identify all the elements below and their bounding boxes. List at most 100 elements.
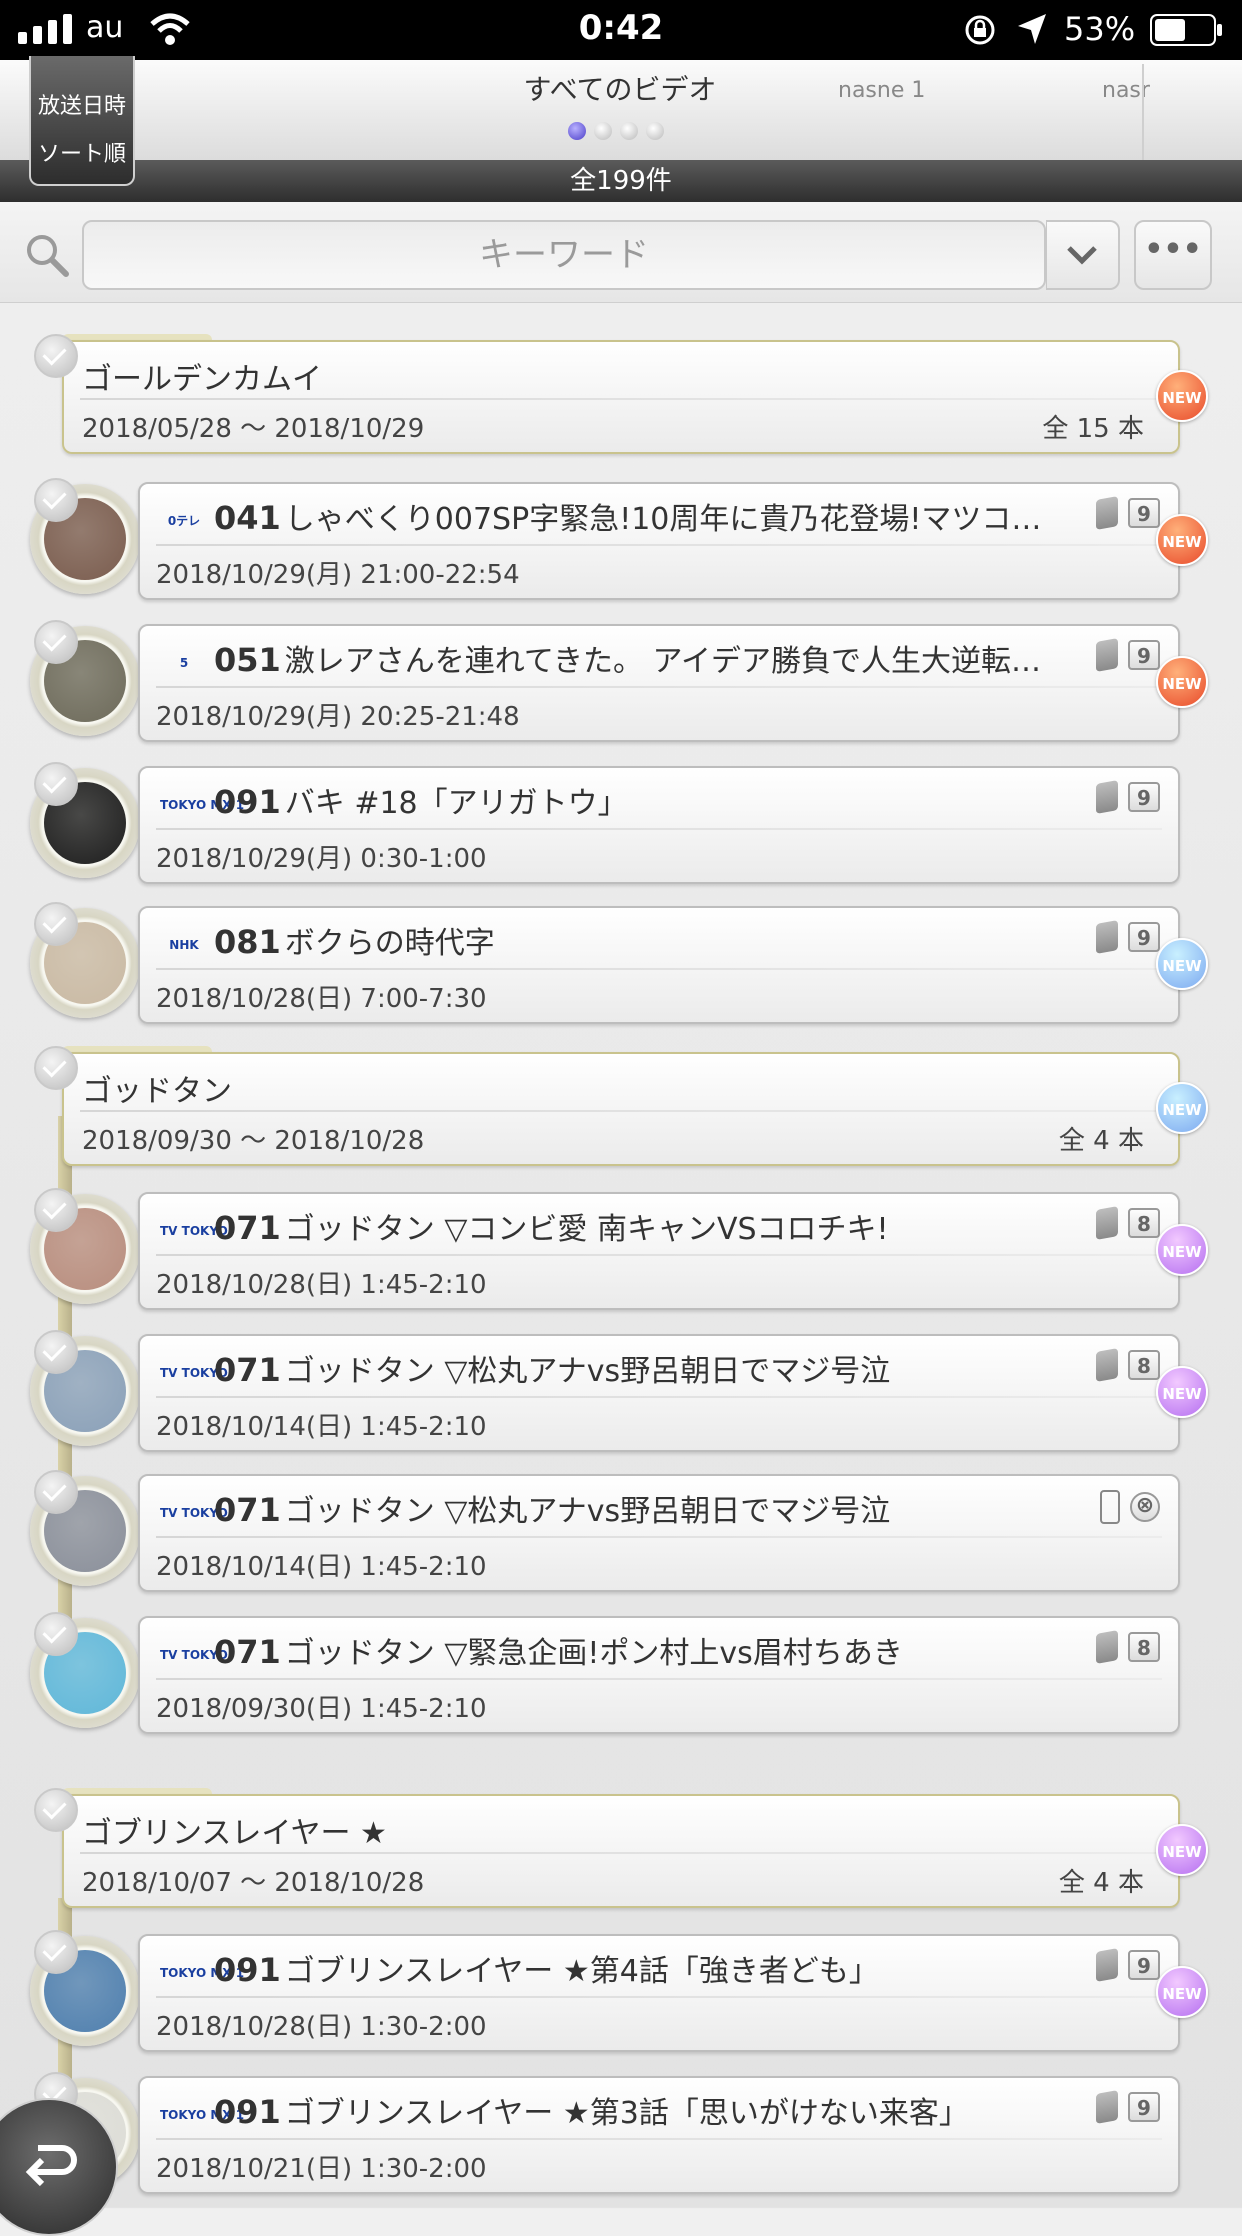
channel-number: 091 xyxy=(214,1951,281,1989)
device-icon xyxy=(1096,920,1118,954)
select-checkbox[interactable] xyxy=(34,1788,78,1832)
recording-item[interactable]: 0テレ 041 しゃべくり007SP字緊急!10周年に貴乃花登場!マツコ… 2018/… xyxy=(138,482,1180,600)
keyword-dropdown-button[interactable] xyxy=(1046,220,1120,290)
page-indicator xyxy=(568,122,664,140)
recording-item[interactable]: TV TOKYO071 ゴッドタン ▽緊急企画!ポン村上vs眉村ちあき 2018/0… xyxy=(138,1616,1180,1734)
select-checkbox[interactable] xyxy=(34,902,78,946)
new-badge: NEW xyxy=(1156,656,1208,708)
recording-item[interactable]: TV TOKYO071 ゴッドタン ▽コンビ愛 南キャンVSコロチキ! 2018/1… xyxy=(138,1192,1180,1310)
tab-nasne-1[interactable]: nasne 1 xyxy=(838,78,925,103)
recording-title-line: TV TOKYO071 ゴッドタン ▽松丸アナvs野呂朝日でマジ号泣 xyxy=(160,1486,890,1530)
status-icons: 9 xyxy=(1096,496,1160,530)
copy-count-icon: 9 xyxy=(1128,922,1160,952)
recording-title: ゴッドタン ▽緊急企画!ポン村上vs眉村ちあき xyxy=(284,1636,903,1671)
device-icon xyxy=(1096,1348,1118,1382)
chevron-down-icon xyxy=(1067,246,1097,265)
copy-count-icon: 8 xyxy=(1128,1350,1160,1380)
recording-item[interactable]: NHK 081 ボクらの時代字 2018/10/28(日) 7:00-7:30 9 xyxy=(138,906,1180,1024)
group-title: ゴッドタン xyxy=(82,1074,232,1109)
sort-button[interactable]: 放送日時 ソート順 xyxy=(29,56,135,186)
divider xyxy=(80,1110,1162,1112)
recording-title: ゴブリンスレイヤー ★第4話「強き者ども」 xyxy=(284,1954,879,1989)
recording-date: 2018/10/14(日) 1:45-2:10 xyxy=(156,1412,487,1442)
channel-logo: TOKYO MX 1 xyxy=(160,1965,245,1980)
select-checkbox[interactable] xyxy=(34,478,78,522)
channel-number: 071 xyxy=(214,1491,281,1529)
recording-title: しゃべくり007SP字緊急!10周年に貴乃花登場!マツコ… xyxy=(284,502,1042,537)
keyword-placeholder: キーワード xyxy=(479,235,649,275)
clock: 0:42 xyxy=(578,8,664,48)
divider xyxy=(156,686,1162,688)
divider xyxy=(156,544,1162,546)
divider xyxy=(156,1254,1162,1256)
tab-all-videos[interactable]: すべてのビデオ xyxy=(400,68,840,108)
group-header[interactable]: ゴッドタン 2018/09/30 〜 2018/10/28 全 4 本 xyxy=(62,1052,1180,1166)
recording-title-line: TV TOKYO071 ゴッドタン ▽コンビ愛 南キャンVSコロチキ! xyxy=(160,1204,889,1248)
channel-number: 071 xyxy=(214,1209,281,1247)
channel-number: 081 xyxy=(214,923,281,961)
recording-item[interactable]: TV TOKYO071 ゴッドタン ▽松丸アナvs野呂朝日でマジ号泣 2018/10… xyxy=(138,1474,1180,1592)
new-badge: NEW xyxy=(1156,1966,1208,2018)
status-bar: au 0:42 53% xyxy=(0,0,1242,60)
recording-item[interactable]: TV TOKYO071 ゴッドタン ▽松丸アナvs野呂朝日でマジ号泣 2018/10… xyxy=(138,1334,1180,1452)
recording-item[interactable]: TOKYO MX 1091 ゴブリンスレイヤー ★第4話「強き者ども」 2018/1… xyxy=(138,1934,1180,2052)
select-checkbox[interactable] xyxy=(34,1188,78,1232)
recording-date: 2018/09/30(日) 1:45-2:10 xyxy=(156,1694,487,1724)
new-badge: NEW xyxy=(1156,370,1208,422)
status-icons: 9 xyxy=(1096,638,1160,672)
location-icon xyxy=(1018,14,1046,44)
divider xyxy=(156,1678,1162,1680)
new-badge: NEW xyxy=(1156,1824,1208,1876)
select-checkbox[interactable] xyxy=(34,1612,78,1656)
group-header[interactable]: ゴールデンカムイ 2018/05/28 〜 2018/10/29 全 15 本 xyxy=(62,340,1180,454)
group-date-range: 2018/09/30 〜 2018/10/28 xyxy=(82,1126,425,1156)
group-header[interactable]: ゴブリンスレイヤー ★ 2018/10/07 〜 2018/10/28 全 4 本 xyxy=(62,1794,1180,1908)
recording-item[interactable]: TOKYO MX 1091 バキ #18「アリガトウ」 2018/10/29(月) … xyxy=(138,766,1180,884)
more-options-button[interactable]: ••• xyxy=(1134,220,1212,290)
channel-logo: TV TOKYO xyxy=(160,1647,228,1662)
recording-item[interactable]: 5 051 激レアさんを連れてきた。 アイデア勝負で人生大逆転… 2018/10/29… xyxy=(138,624,1180,742)
divider xyxy=(156,1536,1162,1538)
status-icons: 8 xyxy=(1096,1206,1160,1240)
group-title: ゴールデンカムイ xyxy=(82,362,322,397)
group-count: 全 4 本 xyxy=(1058,1126,1144,1156)
recording-date: 2018/10/29(月) 21:00-22:54 xyxy=(156,560,520,590)
recording-title: バキ #18「アリガトウ」 xyxy=(284,786,628,821)
channel-logo: TV TOKYO xyxy=(160,1223,228,1238)
select-checkbox[interactable] xyxy=(34,1930,78,1974)
recording-date: 2018/10/29(月) 20:25-21:48 xyxy=(156,702,520,732)
recording-title-line: TV TOKYO071 ゴッドタン ▽緊急企画!ポン村上vs眉村ちあき xyxy=(160,1628,903,1672)
device-icon xyxy=(1096,1948,1118,1982)
divider xyxy=(156,1396,1162,1398)
recording-title-line: TOKYO MX 1091 ゴブリンスレイヤー ★第3話「思いがけない来客」 xyxy=(160,2088,969,2132)
copy-count-icon: 8 xyxy=(1128,1208,1160,1238)
select-checkbox[interactable] xyxy=(34,762,78,806)
recording-date: 2018/10/29(月) 0:30-1:00 xyxy=(156,844,487,874)
recording-date: 2018/10/21(日) 1:30-2:00 xyxy=(156,2154,487,2184)
recording-title: ゴッドタン ▽松丸アナvs野呂朝日でマジ号泣 xyxy=(284,1494,891,1529)
new-badge: NEW xyxy=(1156,1366,1208,1418)
select-checkbox[interactable] xyxy=(34,620,78,664)
channel-number: 091 xyxy=(214,2093,281,2131)
recording-date: 2018/10/28(日) 7:00-7:30 xyxy=(156,984,487,1014)
keyword-input[interactable]: キーワード xyxy=(82,220,1046,290)
recording-title: ゴッドタン ▽松丸アナvs野呂朝日でマジ号泣 xyxy=(284,1354,891,1389)
recording-item[interactable]: TOKYO MX 1091 ゴブリンスレイヤー ★第3話「思いがけない来客」 201… xyxy=(138,2076,1180,2194)
status-icons: 9 xyxy=(1096,2090,1160,2124)
select-checkbox[interactable] xyxy=(34,1330,78,1374)
copy-count-icon: 9 xyxy=(1128,1950,1160,1980)
recording-title: ボクらの時代字 xyxy=(284,926,495,961)
select-checkbox[interactable] xyxy=(34,1046,78,1090)
channel-logo: TV TOKYO xyxy=(160,1365,228,1380)
group-count: 全 15 本 xyxy=(1042,414,1144,444)
recording-title: ゴブリンスレイヤー ★第3話「思いがけない来客」 xyxy=(284,2096,969,2131)
device-icon xyxy=(1096,2090,1118,2124)
group-date-range: 2018/10/07 〜 2018/10/28 xyxy=(82,1868,425,1898)
channel-number: 071 xyxy=(214,1351,281,1389)
divider xyxy=(80,398,1162,400)
select-checkbox[interactable] xyxy=(34,334,78,378)
divider xyxy=(156,1996,1162,1998)
rotation-lock-icon xyxy=(965,15,995,45)
select-checkbox[interactable] xyxy=(34,1470,78,1514)
group-title: ゴブリンスレイヤー ★ xyxy=(82,1816,387,1851)
